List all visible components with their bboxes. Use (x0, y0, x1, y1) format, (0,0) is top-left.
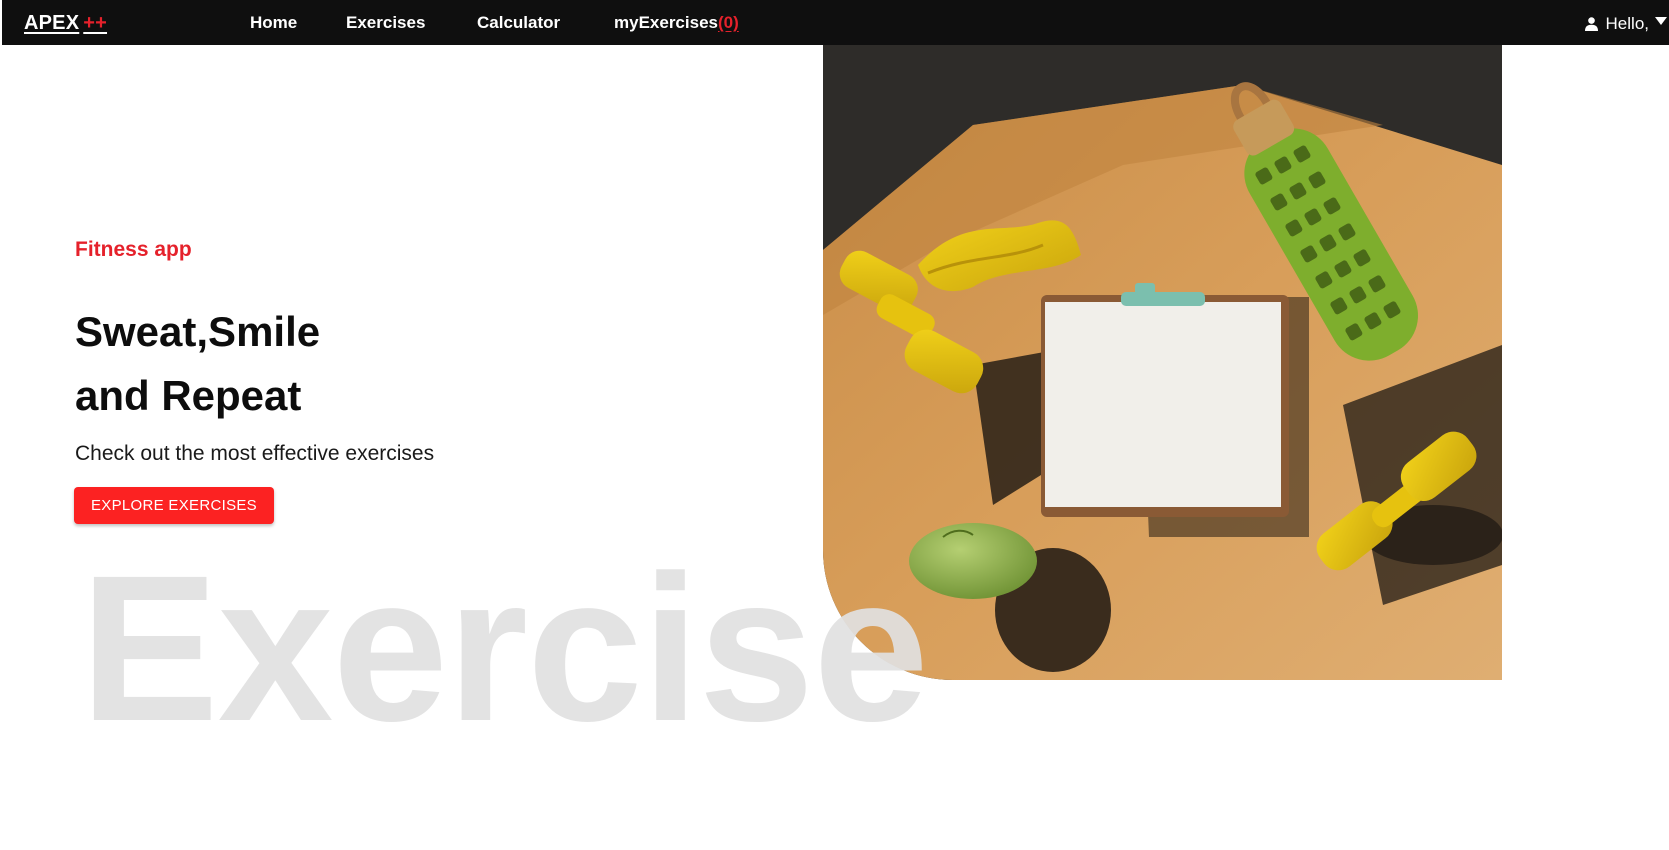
background-watermark: Exercise (80, 533, 929, 765)
hero-headline: Sweat,Smile and Repeat (75, 300, 320, 428)
brand-suffix: ++ (83, 12, 108, 34)
user-icon (1584, 17, 1598, 31)
brand-logo[interactable]: APEX ++ (24, 12, 107, 35)
user-greeting: Hello, (1605, 14, 1649, 33)
explore-exercises-button[interactable]: EXPLORE EXERCISES (74, 487, 274, 524)
hero-subtitle: Check out the most effective exercises (75, 442, 435, 465)
my-exercises-count: (0) (717, 13, 739, 32)
nav-exercises[interactable]: Exercises (346, 13, 425, 33)
nav-my-exercises[interactable]: myExercises(0) (614, 13, 739, 33)
nav-calculator[interactable]: Calculator (477, 13, 560, 33)
user-menu[interactable]: Hello, (1584, 14, 1667, 34)
brand-name: APEX (24, 12, 80, 34)
hero-headline-line1: Sweat,Smile (75, 308, 321, 355)
navbar: APEX ++ Home Exercises Calculator myExerc… (2, 0, 1669, 45)
hero-headline-line2: and Repeat (75, 372, 302, 419)
hero-eyebrow: Fitness app (75, 238, 192, 261)
caret-down-icon (1655, 17, 1667, 25)
nav-my-exercises-label: myExercises (614, 13, 718, 32)
nav-home[interactable]: Home (250, 13, 297, 33)
